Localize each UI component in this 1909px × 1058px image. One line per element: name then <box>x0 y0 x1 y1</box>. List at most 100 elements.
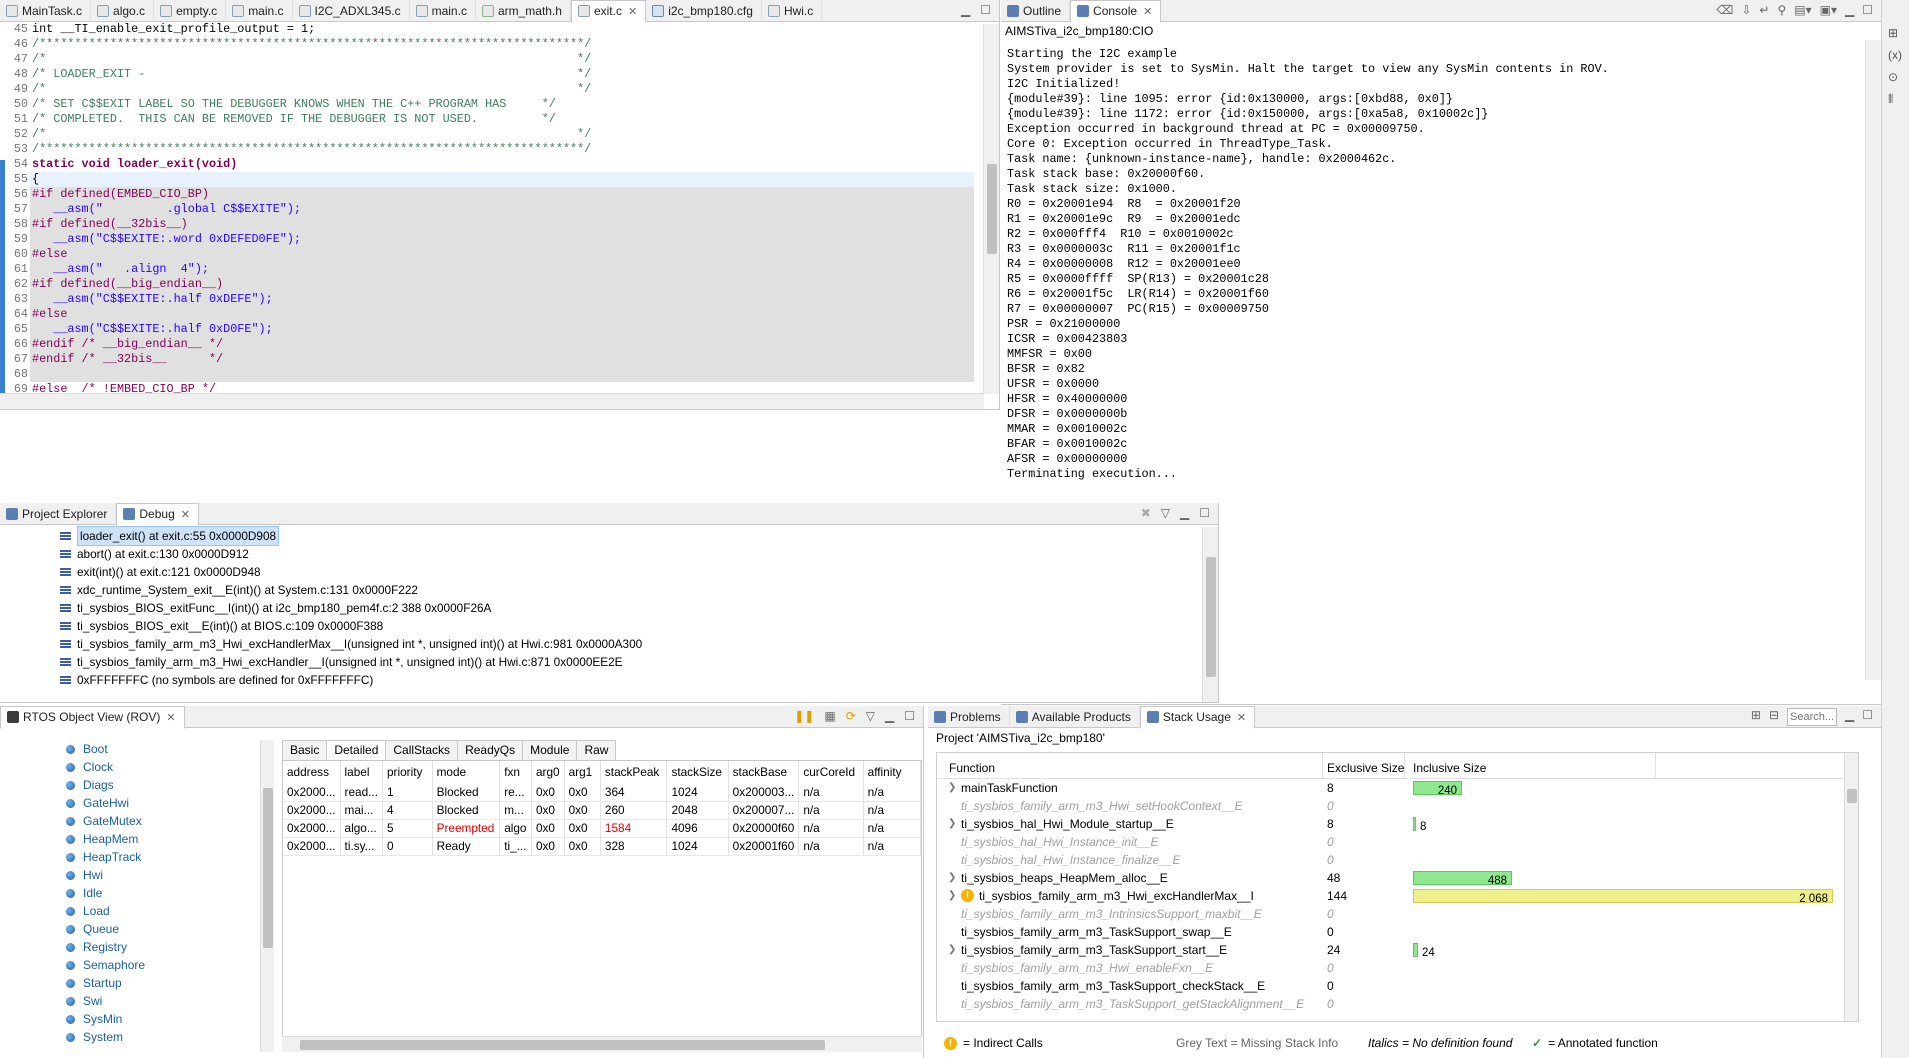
stack-frame[interactable]: ti_sysbios_BIOS_exitFunc__I(int)() at i2… <box>0 599 1200 617</box>
col-inclusive-size[interactable]: Inclusive Size <box>1413 761 1486 775</box>
stack-frame[interactable]: exit(int)() at exit.c:121 0x0000D948 <box>0 563 1200 581</box>
close-icon[interactable]: ✕ <box>628 5 637 18</box>
registers-icon[interactable]: ⦀ <box>1888 88 1902 110</box>
rov-column-header[interactable]: affinity <box>863 761 921 783</box>
stack-row[interactable]: ti_sysbios_family_arm_m3_TaskSupport_get… <box>937 995 1842 1013</box>
table-row[interactable]: 0x2000... ti.sy... 0 Ready ti_... 0x0 0x0 328 10… <box>283 837 921 856</box>
expand-all-icon[interactable]: ⊞ <box>1751 708 1761 726</box>
rov-subtab[interactable]: CallStacks <box>385 740 459 760</box>
view-menu-icon[interactable]: ▽ <box>866 709 875 723</box>
rov-module-item[interactable]: Load <box>0 902 262 920</box>
editor-tab[interactable]: i2c_bmp180.cfg <box>646 0 762 22</box>
stack-row[interactable]: ❯ ti_sysbios_heaps_HeapMem_alloc__E 48 488 <box>937 869 1842 887</box>
pause-icon[interactable]: ❚❚ <box>794 709 814 723</box>
stack-search-input[interactable] <box>1787 708 1837 726</box>
editor-vertical-scrollbar[interactable] <box>983 24 999 394</box>
rov-module-item[interactable]: Hwi <box>0 866 262 884</box>
stack-frame[interactable]: 0xFFFFFFFC (no symbols are defined for 0… <box>0 671 1200 689</box>
minimize-icon[interactable]: ▁ <box>1180 506 1189 520</box>
rov-subtab[interactable]: Raw <box>576 740 617 760</box>
rov-module-item[interactable]: Diags <box>0 776 262 794</box>
rov-tree-scrollbar[interactable] <box>260 740 274 1052</box>
rov-module-item[interactable]: Boot <box>0 740 262 758</box>
view-menu-icon[interactable]: ▽ <box>1161 506 1170 520</box>
tab-rov[interactable]: RTOS Object View (ROV) ✕ <box>0 706 185 729</box>
tab-debug[interactable]: Debug ✕ <box>116 503 199 526</box>
pin-console-icon[interactable]: ⚲ <box>1777 3 1786 17</box>
rov-column-header[interactable]: label <box>340 761 384 783</box>
expand-chevron-icon[interactable]: ❯ <box>948 779 956 797</box>
rov-column-header[interactable]: fxn <box>499 761 532 783</box>
table-row[interactable]: 0x2000... algo... 5 Preempted algo 0x0 0x0 1584… <box>283 819 921 838</box>
rov-module-item[interactable]: Clock <box>0 758 262 776</box>
table-row[interactable]: 0x2000... read... 1 Blocked re... 0x0 0x0 364 10… <box>283 783 921 802</box>
rov-module-item[interactable]: HeapTrack <box>0 848 262 866</box>
display-console-icon[interactable]: ▤▾ <box>1794 3 1811 17</box>
editor-horizontal-scrollbar[interactable] <box>0 393 984 409</box>
rov-module-item[interactable]: GateMutex <box>0 812 262 830</box>
rov-module-item[interactable]: Idle <box>0 884 262 902</box>
stack-row[interactable]: ❯ ti_sysbios_hal_Hwi_Module_startup__E 8 8 <box>937 815 1842 833</box>
tab-available-products[interactable]: Available Products <box>1010 706 1140 728</box>
editor-tab[interactable]: MainTask.c <box>0 0 92 22</box>
console-vertical-scrollbar[interactable] <box>1865 40 1881 680</box>
breakpoints-icon[interactable]: ⊙ <box>1888 66 1902 88</box>
code-area[interactable]: 45 int __TI_enable_exit_profile_output = … <box>0 22 974 409</box>
stack-row[interactable]: ❯ ti_sysbios_family_arm_m3_TaskSupport_st… <box>937 941 1842 959</box>
rov-module-item[interactable]: GateHwi <box>0 794 262 812</box>
scroll-thumb[interactable] <box>1206 557 1216 677</box>
editor-tab[interactable]: arm_math.h <box>476 0 571 22</box>
tab-outline[interactable]: Outline <box>1001 0 1071 22</box>
remove-terminated-icon[interactable]: ✖ <box>1141 506 1151 520</box>
table-row[interactable]: 0x2000... mai... 4 Blocked m... 0x0 0x0 260 2048… <box>283 801 921 820</box>
stack-row[interactable]: ti_sysbios_hal_Hwi_Instance_init__E 0 <box>937 833 1842 851</box>
minimize-icon[interactable]: ▁ <box>885 709 894 723</box>
rov-column-header[interactable]: stackPeak <box>600 761 668 783</box>
collapse-all-icon[interactable]: ⊟ <box>1769 708 1779 726</box>
rov-column-header[interactable]: arg0 <box>531 761 565 783</box>
close-icon[interactable]: ✕ <box>181 508 190 521</box>
rov-subtab[interactable]: ReadyQs <box>457 740 524 760</box>
rov-module-item[interactable]: HeapMem <box>0 830 262 848</box>
tab-stack-usage[interactable]: Stack Usage ✕ <box>1139 706 1256 729</box>
rov-subtab[interactable]: Basic <box>282 740 328 760</box>
rov-module-item[interactable]: Queue <box>0 920 262 938</box>
editor-tab[interactable]: exit.c ✕ <box>570 0 647 23</box>
expand-chevron-icon[interactable]: ❯ <box>948 887 956 905</box>
stack-row[interactable]: ti_sysbios_family_arm_m3_Hwi_setHookCont… <box>937 797 1842 815</box>
expand-chevron-icon[interactable]: ❯ <box>948 815 956 833</box>
stack-row[interactable]: ❯ mainTaskFunction 8 240 <box>937 779 1842 797</box>
rov-column-header[interactable]: curCoreId <box>798 761 864 783</box>
open-console-icon[interactable]: ▣▾ <box>1820 3 1837 17</box>
close-icon[interactable]: ✕ <box>1143 5 1152 18</box>
rov-column-header[interactable]: arg1 <box>564 761 601 783</box>
stack-row[interactable]: ti_sysbios_hal_Hwi_Instance_finalize__E 0 <box>937 851 1842 869</box>
rov-module-item[interactable]: Startup <box>0 974 262 992</box>
stack-row[interactable]: ti_sysbios_family_arm_m3_Hwi_enableFxn__… <box>937 959 1842 977</box>
minimize-icon[interactable]: ▁ <box>1845 3 1854 17</box>
variables-icon[interactable]: ⊞ <box>1888 22 1902 44</box>
clear-console-icon[interactable]: ⌫ <box>1716 3 1733 17</box>
close-icon[interactable]: ✕ <box>1237 711 1246 724</box>
stack-frame[interactable]: ti_sysbios_family_arm_m3_Hwi_excHandler_… <box>0 653 1200 671</box>
rov-module-item[interactable]: Swi <box>0 992 262 1010</box>
expressions-icon[interactable]: (x) <box>1888 44 1902 66</box>
editor-tab[interactable]: main.c <box>226 0 293 22</box>
editor-tab[interactable]: main.c <box>410 0 476 22</box>
scroll-thumb[interactable] <box>987 164 997 254</box>
rov-subtab[interactable]: Module <box>522 740 578 760</box>
rov-column-header[interactable]: address <box>283 761 341 783</box>
rov-subtab[interactable]: Detailed <box>326 740 387 760</box>
scroll-thumb[interactable] <box>263 788 273 948</box>
maximize-icon[interactable]: ☐ <box>980 3 991 17</box>
tab-project-explorer[interactable]: Project Explorer <box>0 503 117 525</box>
scroll-thumb[interactable] <box>300 1040 825 1050</box>
stack-row[interactable]: ti_sysbios_family_arm_m3_IntrinsicsSuppo… <box>937 905 1842 923</box>
rov-column-header[interactable]: stackSize <box>666 761 729 783</box>
scroll-lock-icon[interactable]: ⇩ <box>1741 3 1751 17</box>
rov-module-item[interactable]: Semaphore <box>0 956 262 974</box>
stack-vertical-scrollbar[interactable] <box>1844 753 1858 1021</box>
stack-row[interactable]: ti_sysbios_family_arm_m3_TaskSupport_che… <box>937 977 1842 995</box>
expand-chevron-icon[interactable]: ❯ <box>948 869 956 887</box>
stack-frame[interactable]: abort() at exit.c:130 0x0000D912 <box>0 545 1200 563</box>
